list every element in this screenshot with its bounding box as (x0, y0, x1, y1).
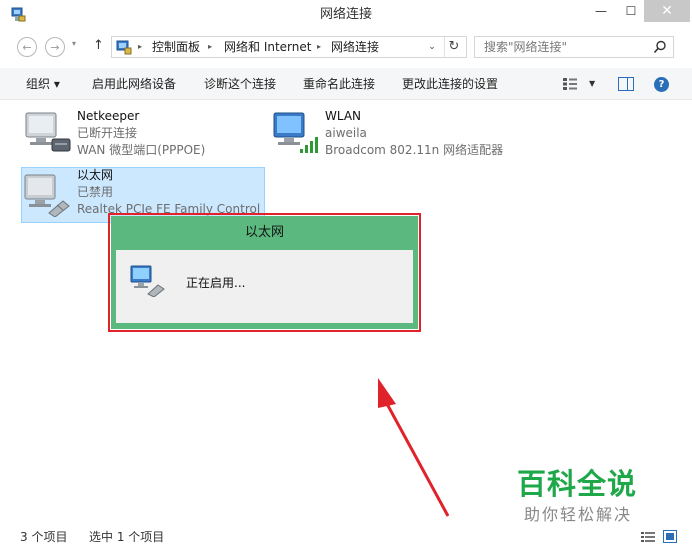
connection-device: WAN 微型端口(PPPOE) (77, 143, 206, 157)
ethernet-disabled-icon (24, 174, 70, 217)
diagnose-button[interactable]: 诊断这个连接 (204, 68, 276, 100)
title-bar: 网络连接 — ☐ ✕ (0, 0, 692, 30)
recent-locations-button[interactable]: ▾ (72, 39, 76, 48)
rename-button[interactable]: 重命名此连接 (303, 68, 375, 100)
crumb-separator: ▸ (138, 42, 143, 51)
crumb-separator: ▸ (208, 42, 213, 51)
maximize-button[interactable]: ☐ (616, 0, 646, 22)
connection-name: WLAN (325, 109, 362, 123)
connection-status: aiweila (325, 126, 367, 140)
preview-pane-icon[interactable] (618, 77, 634, 91)
connection-item-netkeeper[interactable]: Netkeeper 已断开连接 WAN 微型端口(PPPOE) (22, 108, 252, 160)
broadband-connection-icon (25, 112, 71, 152)
enable-device-button[interactable]: 启用此网络设备 (92, 68, 176, 100)
minimize-button[interactable]: — (586, 0, 616, 22)
watermark-subtitle: 助你轻松解决 (524, 505, 633, 524)
connection-status: 已断开连接 (77, 126, 138, 140)
address-dropdown-button[interactable]: ⌄ (424, 37, 440, 57)
crumb-separator: ▸ (317, 42, 322, 51)
item-count: 3 个项目 (20, 530, 68, 544)
address-row: ← → ▾ ↑ ▸ 控制面板 ▸ 网络和 Internet ▸ 网络连接 ⌄ ↻… (0, 33, 692, 61)
large-icons-view-icon[interactable] (663, 530, 677, 543)
search-icon[interactable] (653, 40, 667, 54)
search-placeholder: 搜索"网络连接" (484, 40, 568, 54)
wireless-connection-icon (273, 112, 318, 153)
connection-name: Netkeeper (77, 109, 140, 123)
up-button[interactable]: ↑ (93, 38, 104, 53)
close-button[interactable]: ✕ (644, 0, 690, 22)
refresh-button[interactable]: ↻ (444, 37, 463, 57)
change-settings-button[interactable]: 更改此连接的设置 (402, 68, 498, 100)
connection-item-wlan[interactable]: WLAN aiweila Broadcom 802.11n 网络适配器 (272, 108, 512, 160)
selection-count: 选中 1 个项目 (89, 530, 165, 544)
connection-status: 已禁用 (77, 185, 114, 199)
help-icon[interactable]: ? (654, 77, 669, 92)
view-dropdown-button[interactable]: ▼ (589, 68, 595, 100)
address-bar[interactable]: ▸ 控制面板 ▸ 网络和 Internet ▸ 网络连接 ⌄ ↻ (111, 36, 467, 58)
breadcrumb-control-panel[interactable]: 控制面板 (152, 37, 200, 57)
status-bar: 3 个项目 选中 1 个项目 (0, 526, 692, 556)
breadcrumb-network-internet[interactable]: 网络和 Internet (224, 37, 311, 57)
highlight-box (108, 213, 421, 332)
connection-name: 以太网 (77, 168, 114, 182)
connection-device: Broadcom 802.11n 网络适配器 (325, 143, 504, 157)
forward-button[interactable]: → (45, 37, 65, 57)
command-toolbar: 组织 ▾ 启用此网络设备 诊断这个连接 重命名此连接 更改此连接的设置 ▼ ? (0, 68, 692, 100)
back-button[interactable]: ← (17, 37, 37, 57)
control-panel-icon (116, 40, 132, 55)
watermark-title: 百科全说 (517, 467, 638, 501)
organize-menu[interactable]: 组织 ▾ (26, 68, 60, 100)
details-view-icon[interactable] (641, 531, 655, 543)
search-input[interactable]: 搜索"网络连接" (474, 36, 674, 58)
breadcrumb-network-connections[interactable]: 网络连接 (331, 37, 379, 57)
annotation-arrow (378, 378, 450, 517)
view-options-icon[interactable] (563, 78, 577, 90)
